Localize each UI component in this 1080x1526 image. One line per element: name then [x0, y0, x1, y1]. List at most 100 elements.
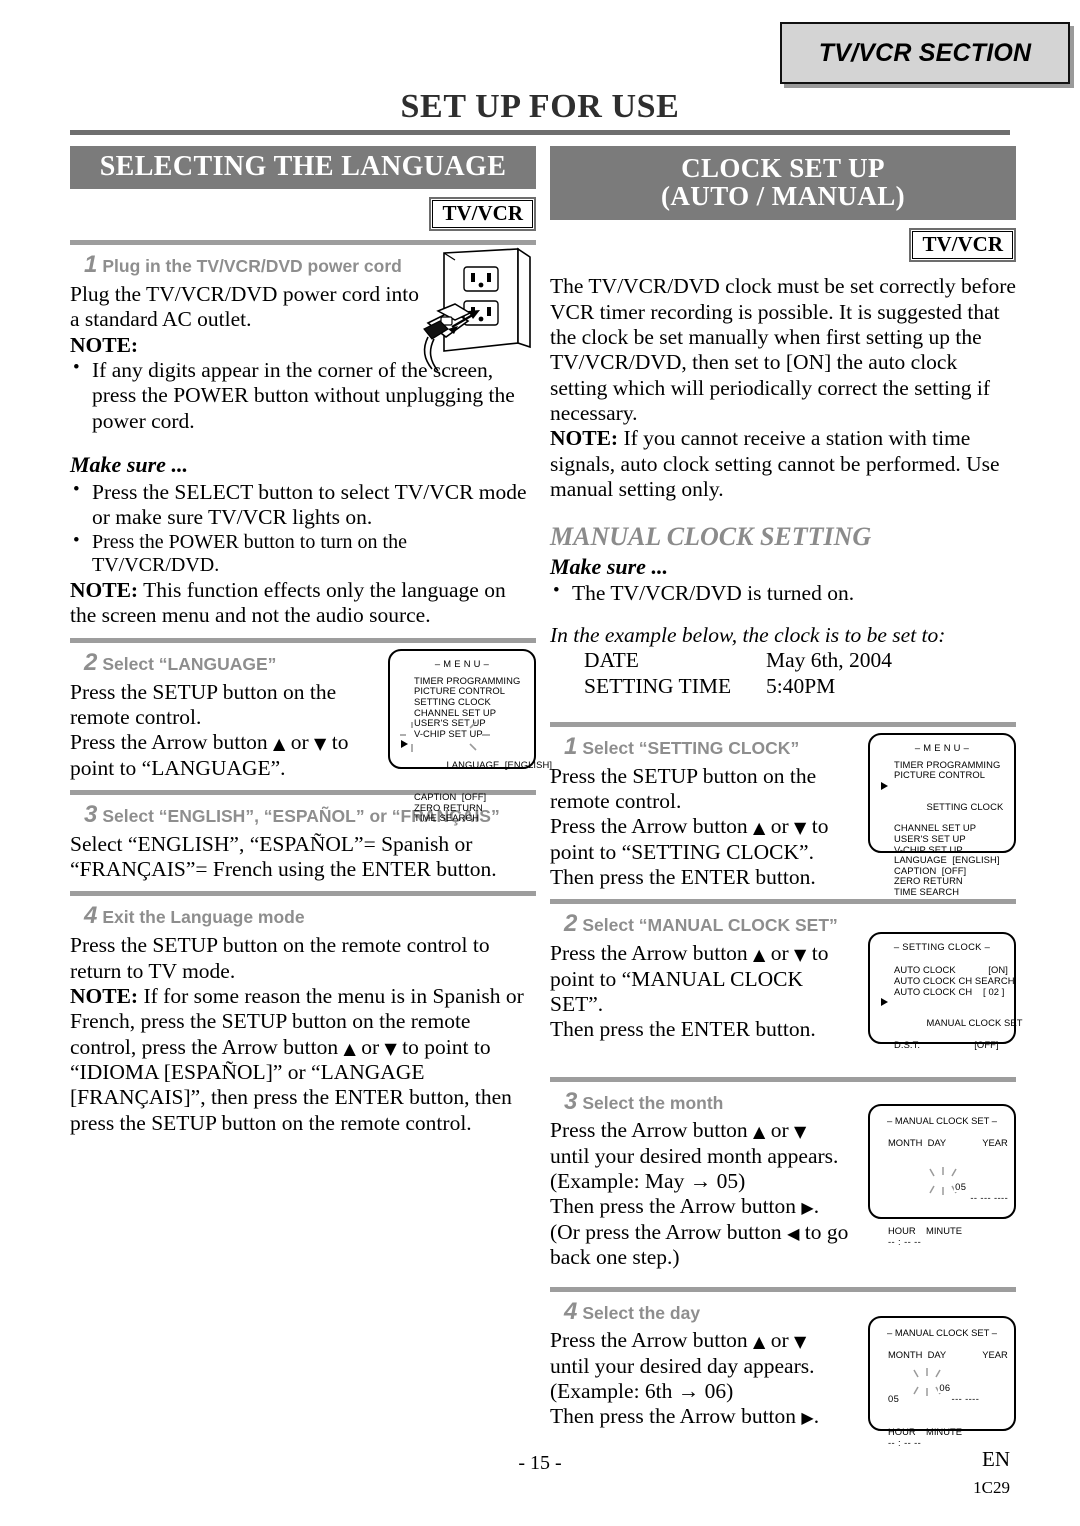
text: Press the Arrow button [550, 814, 754, 839]
section-tab-label: TV/VCR SECTION [818, 38, 1032, 67]
right-example-intro: In the example below, the clock is to be… [550, 622, 946, 647]
text: Press the Arrow button [70, 730, 274, 755]
step-number: 2 [84, 648, 98, 676]
osd-title: – MANUAL CLOCK SET – [887, 1326, 997, 1338]
text: or [765, 941, 795, 966]
text: Press the Arrow button [550, 941, 754, 966]
right-column: CLOCK SET UP (AUTO / MANUAL) TV/VCR The … [550, 146, 1022, 1448]
osd-item-list: TIMER PROGRAMMING PICTURE CONTROL SETTIN… [400, 675, 552, 824]
osd-field-labels-row-2: HOUR MINUTE [888, 1224, 962, 1236]
arrow-right-icon: ▶ [801, 1408, 814, 1428]
arrow-up-icon: ▲ [753, 1332, 766, 1352]
left-menu-screen-wrap: – M E N U – TIMER PROGRAMMING PICTURE CO… [388, 648, 552, 823]
text: . [813, 1194, 820, 1219]
osd-title: – MANUAL CLOCK SET – [887, 1114, 997, 1126]
text: until your desired day appears. [550, 1353, 815, 1378]
ampm-value: -- [914, 1436, 922, 1448]
arrow-up-icon: ▲ [753, 945, 766, 965]
osd-title: – M E N U – [434, 657, 490, 669]
osd-time-values: -- : -- -- [888, 1436, 922, 1448]
left-step-3-body: Select “ENGLISH”, “ESPAÑOL”= Spanish or … [70, 831, 497, 882]
text: Then press the Arrow button [550, 1194, 802, 1219]
text: or [355, 1034, 385, 1059]
step-label: Select the month [582, 1092, 724, 1113]
osd-field-labels-row-2: HOUR MINUTE [888, 1425, 962, 1437]
osd-item-list: AUTO CLOCK [ON] AUTO CLOCK CH SEARCH AUT… [881, 965, 1022, 1050]
divider [550, 899, 1016, 905]
text: or [765, 1328, 795, 1353]
arrow-up-icon: ▲ [343, 1038, 356, 1058]
day-field-blinking: 06 [902, 1360, 952, 1404]
month-value: 05 [888, 1392, 900, 1404]
right-step-3: – MANUAL CLOCK SET – MONTH DAY YEAR 05 -… [550, 1088, 1016, 1271]
list-item: Press the POWER button to turn on the TV… [70, 530, 536, 578]
right-step-1: – M E N U – TIMER PROGRAMMING PICTURE CO… [550, 732, 1016, 896]
divider [70, 240, 536, 246]
setting-clock-screen-wrap: – SETTING CLOCK – AUTO CLOCK [ON] AUTO C… [868, 932, 1022, 1049]
divider [550, 1076, 1016, 1082]
osd-field-labels-row-1: MONTH DAY YEAR [888, 1136, 1008, 1148]
osd-item-selected: SETTING CLOCK [881, 781, 1014, 823]
footer-document-code: 1C29 [973, 1478, 1010, 1497]
note-label: NOTE: [70, 578, 139, 603]
title-divider [70, 130, 1010, 135]
year-placeholder-a: --- [951, 1392, 963, 1404]
right-example-table: DATE May 6th, 2004 SETTING TIME 5:40PM [584, 648, 1016, 700]
osd-date-values: 05 -- --- ---- [888, 1148, 1014, 1214]
right-step-2-body-1: Press the Arrow button ▲ or ▼ to point t… [550, 941, 850, 1017]
manual-clock-month-screen-wrap: – MANUAL CLOCK SET – MONTH DAY YEAR 05 -… [868, 1103, 1016, 1247]
osd-item-selected: LANGUAGE [ENGLISH] [400, 721, 552, 792]
step-number: 3 [84, 800, 98, 828]
note-label: NOTE: [70, 984, 139, 1008]
osd-field-labels-row-1: MONTH DAY YEAR [888, 1348, 1008, 1360]
right-step-3-body-4: (Or press the Arrow button ◀ to go back … [550, 1220, 850, 1271]
osd-date-values: 05 06 --- ---- [888, 1360, 1014, 1415]
arrow-down-icon: ▼ [794, 1332, 807, 1352]
right-step-3-body-1: Press the Arrow button ▲ or ▼ until your… [550, 1118, 850, 1169]
right-step-3-body-3: Then press the Arrow button ▶. [550, 1194, 850, 1219]
list-item: If any digits appear in the corner of th… [70, 357, 536, 434]
footer-language-code: EN [982, 1447, 1010, 1471]
table-cell-value: 5:40PM [766, 673, 836, 698]
arrow-down-icon: ▼ [794, 945, 807, 965]
left-make-sure-list: Press the SELECT button to select TV/VCR… [70, 479, 536, 578]
arrow-down-icon: ▼ [314, 734, 327, 754]
step-label: Plug in the TV/VCR/DVD power cord [102, 256, 402, 277]
text: or [285, 730, 315, 755]
osd-time-values: -- : -- -- [888, 1235, 922, 1247]
hour-value: -- [888, 1436, 896, 1448]
manual-clock-day-screen-wrap: – MANUAL CLOCK SET – MONTH DAY YEAR 05 0… [868, 1315, 1016, 1448]
left-make-sure-label: Make sure ... [70, 452, 188, 478]
arrow-down-icon: ▼ [794, 1122, 807, 1142]
year-placeholder-a: --- [980, 1191, 991, 1203]
osd-item-selected: MANUAL CLOCK SET [881, 997, 1022, 1039]
step-number: 1 [564, 732, 578, 760]
step-label: Select the day [582, 1302, 701, 1323]
step-number: 3 [564, 1087, 578, 1115]
arrow-down-icon: ▼ [384, 1038, 397, 1058]
left-step-4-heading: 4 Exit the Language mode [84, 902, 536, 931]
left-step-2-body-1: Press the SETUP button on the remote con… [70, 679, 337, 729]
text: Then press the Arrow button [550, 1404, 802, 1429]
osd-menu-screen: – M E N U – TIMER PROGRAMMING PICTURE CO… [868, 732, 1016, 896]
day-value: 06 [938, 1381, 952, 1393]
osd-item-label: SETTING CLOCK [926, 801, 1004, 813]
osd-item: V-CHIP SET UP [414, 727, 483, 739]
list-item: Press the SELECT button to select TV/VCR… [70, 479, 536, 531]
osd-item-label: LANGUAGE [ENGLISH] [446, 759, 553, 771]
right-bar-line-1: CLOCK SET UP [681, 153, 885, 183]
osd-manual-clock-set-day: – MANUAL CLOCK SET – MONTH DAY YEAR 05 0… [868, 1315, 1016, 1448]
tvvcr-badge: TV/VCR [429, 197, 536, 232]
osd-item: AUTO CLOCK CH SEARCH [894, 974, 1015, 986]
left-step-2-body-2: Press the Arrow button ▲ or ▼ to point t… [70, 730, 370, 781]
divider [70, 637, 536, 643]
table-row: DATE May 6th, 2004 [584, 648, 1016, 674]
osd-cursor-icon [881, 998, 888, 1007]
month-field-blinking: 05 [918, 1159, 968, 1203]
right-step-1-body-1: Press the SETUP button on the remote con… [550, 763, 817, 813]
year-placeholder-b: ---- [994, 1191, 1009, 1203]
left-section-bar: SELECTING THE LANGUAGE [70, 146, 536, 190]
ac-outlet-illustration [408, 247, 540, 372]
left-column: SELECTING THE LANGUAGE TV/VCR 1 Plug in … [70, 146, 552, 1136]
left-step-4: 4 Exit the Language mode Press the SETUP … [70, 902, 536, 1136]
